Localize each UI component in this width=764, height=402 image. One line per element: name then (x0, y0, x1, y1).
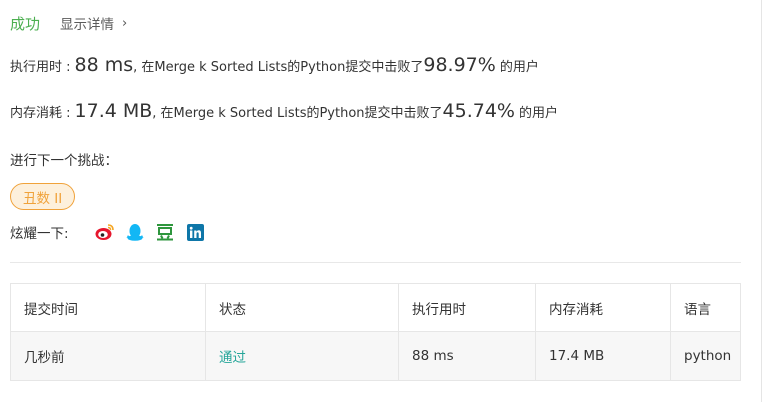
runtime-percent: 98.97% (423, 54, 496, 76)
header-submit-time: 提交时间 (11, 284, 206, 331)
status-title: 成功 (10, 14, 41, 33)
qq-icon[interactable] (125, 222, 145, 242)
weibo-icon[interactable] (95, 222, 115, 242)
cell-runtime: 88 ms (399, 332, 536, 380)
cell-submit-time: 几秒前 (11, 332, 206, 380)
douban-icon[interactable] (155, 222, 175, 242)
memory-description: , 在Merge k Sorted Lists的Python提交中击败了 (152, 106, 443, 121)
next-challenge-label: 进行下一个挑战： (10, 153, 118, 169)
runtime-label: 执行用时 : (10, 60, 71, 75)
runtime-description: , 在Merge k Sorted Lists的Python提交中击败了 (133, 60, 424, 75)
show-details-link[interactable]: 显示详情 › (60, 13, 128, 34)
status-accepted-link[interactable]: 通过 (219, 346, 246, 366)
show-details-label: 显示详情 (60, 17, 115, 33)
cell-status: 通过 (206, 332, 399, 380)
status-row: 成功 显示详情 › (10, 12, 127, 34)
chevron-right-icon: › (122, 15, 128, 31)
memory-suffix: 的用户 (518, 106, 558, 121)
memory-percent: 45.74% (442, 100, 515, 122)
header-language: 语言 (684, 301, 711, 318)
table-row: 几秒前 通过 88 ms 17.4 MB python (11, 332, 740, 380)
memory-value: 17.4 MB (74, 100, 153, 122)
share-label: 炫耀一下: (10, 226, 69, 242)
submissions-table: 提交时间 状态 执行用时 内存消耗 语言 几秒前 通过 88 ms 17.4 M… (10, 283, 741, 381)
next-challenge-tag[interactable]: 丑数 II (10, 183, 76, 210)
memory-stat: 内存消耗 : 17.4 MB , 在Merge k Sorted Lists的P… (10, 100, 558, 122)
cell-language: python (684, 348, 732, 364)
runtime-stat: 执行用时 : 88 ms , 在Merge k Sorted Lists的Pyt… (10, 54, 539, 76)
cell-memory: 17.4 MB (536, 332, 671, 380)
header-runtime: 执行用时 (399, 284, 536, 331)
runtime-value: 88 ms (74, 54, 134, 76)
section-divider (10, 262, 741, 263)
linkedin-icon[interactable] (185, 222, 205, 242)
right-border (761, 0, 762, 402)
header-status: 状态 (206, 284, 399, 331)
memory-label: 内存消耗 : (10, 106, 71, 121)
runtime-suffix: 的用户 (499, 60, 539, 75)
header-memory: 内存消耗 (536, 284, 671, 331)
submission-result-page: 成功 显示详情 › 执行用时 : 88 ms , 在Merge k Sorted… (0, 0, 764, 402)
share-row: 炫耀一下: (10, 222, 215, 242)
table-header-row: 提交时间 状态 执行用时 内存消耗 语言 (11, 284, 740, 332)
